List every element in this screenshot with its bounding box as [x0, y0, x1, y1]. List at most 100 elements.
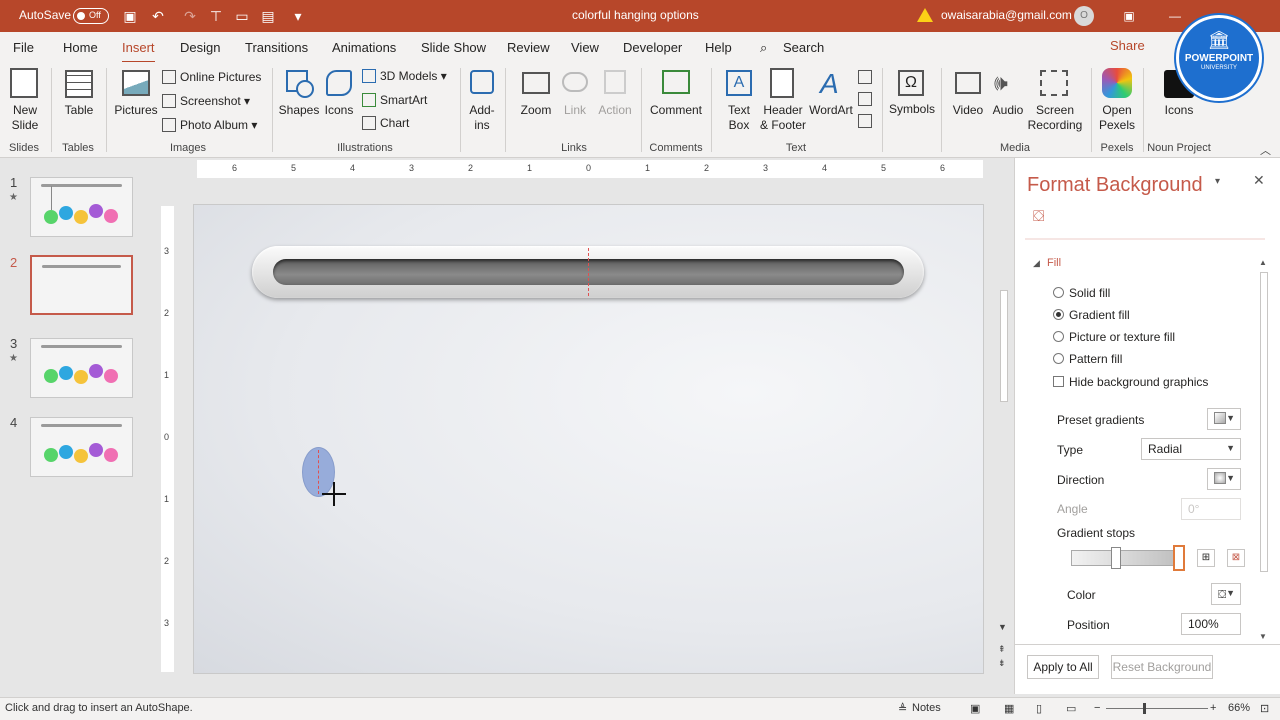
table-button[interactable]: Table [57, 103, 101, 118]
notes-icon[interactable]: ≜ [898, 702, 907, 715]
shapes-button[interactable]: Shapes [278, 103, 320, 118]
pane-options-icon[interactable]: ▾ [1215, 176, 1220, 187]
angle-input[interactable]: 0° [1181, 498, 1241, 520]
noun-icons-button[interactable]: Icons [1156, 103, 1202, 118]
symbols-button[interactable]: Symbols [886, 102, 938, 117]
video-button[interactable]: Video [948, 103, 988, 118]
tab-transitions[interactable]: Transitions [245, 40, 308, 55]
warning-icon[interactable] [917, 8, 933, 22]
gradient-fill-option[interactable]: Gradient fill [1053, 308, 1130, 322]
customize-qat-icon[interactable]: ▾ [289, 7, 307, 25]
editor-scrollbar[interactable]: ▼ ⇞ ⇟ [998, 262, 1010, 672]
screen-recording-button[interactable]: Screen Recording [1024, 103, 1086, 133]
chart-button[interactable]: Chart [362, 116, 409, 130]
text-small-icon-2[interactable] [858, 92, 872, 106]
reset-background-button[interactable]: Reset Background [1111, 655, 1213, 679]
scroll-down-icon[interactable]: ▼ [998, 622, 1007, 632]
gradient-stop-handle[interactable] [1111, 547, 1121, 569]
tab-help[interactable]: Help [705, 40, 732, 55]
zoom-slider-thumb[interactable] [1143, 703, 1146, 714]
apply-to-all-button[interactable]: Apply to All [1027, 655, 1099, 679]
undo-icon[interactable]: ↶ [149, 7, 167, 25]
zoom-out-icon[interactable]: − [1094, 702, 1100, 714]
slide-thumbnail-4[interactable] [30, 417, 133, 477]
remove-gradient-stop-icon[interactable]: ⊠ [1227, 549, 1245, 567]
photo-album-button[interactable]: Photo Album ▾ [162, 118, 257, 132]
icons-button[interactable]: Icons [320, 103, 358, 118]
text-small-icon-1[interactable] [858, 70, 872, 84]
radio[interactable] [1053, 353, 1064, 364]
audio-button[interactable]: Audio [988, 103, 1028, 118]
text-box-button[interactable]: Text Box [719, 103, 759, 133]
position-input[interactable]: 100% [1181, 613, 1241, 635]
zoom-button[interactable]: Zoom [514, 103, 558, 118]
addins-button[interactable]: Add-ins [464, 103, 500, 133]
radio[interactable] [1053, 331, 1064, 342]
account-email[interactable]: owaisarabia@gmail.com [941, 8, 1072, 22]
tab-developer[interactable]: Developer [623, 40, 682, 55]
close-icon[interactable]: ✕ [1253, 172, 1265, 189]
share-button[interactable]: Share [1110, 38, 1145, 53]
solid-fill-option[interactable]: Solid fill [1053, 286, 1110, 300]
fit-to-window-icon[interactable]: ⊡ [1260, 702, 1269, 715]
normal-view-icon[interactable]: ▣ [970, 702, 980, 715]
wordart-button[interactable]: WordArt [806, 103, 856, 118]
slide-thumbnail-1[interactable] [30, 177, 133, 237]
next-slide-icon[interactable]: ⇟ [998, 658, 1006, 669]
type-dropdown[interactable]: Radial ▼ [1141, 438, 1241, 460]
zoom-level[interactable]: 66% [1228, 702, 1250, 714]
collapse-arrow-icon[interactable]: ◢ [1033, 258, 1040, 269]
new-slide-button[interactable]: New Slide [2, 103, 48, 133]
pattern-fill-option[interactable]: Pattern fill [1053, 352, 1122, 366]
search-box[interactable]: Search [783, 40, 824, 55]
slide-sorter-icon[interactable]: ▦ [1004, 702, 1014, 715]
color-dropdown[interactable]: ⛋ ▼ [1211, 583, 1241, 605]
header-footer-button[interactable]: Header & Footer [758, 103, 808, 133]
slide-thumbnail-2[interactable] [30, 255, 133, 315]
reading-view-icon[interactable]: ▯ [1036, 702, 1042, 715]
pictures-button[interactable]: Pictures [114, 103, 158, 118]
action-button[interactable]: Action [594, 103, 636, 118]
zoom-slider-track[interactable] [1106, 708, 1208, 709]
ribbon-display-icon[interactable]: ▣ [1120, 7, 1138, 25]
autosave-toggle[interactable]: Off [73, 8, 109, 24]
tab-view[interactable]: View [571, 40, 599, 55]
tab-design[interactable]: Design [180, 40, 220, 55]
gradient-stop-handle-selected[interactable] [1173, 545, 1185, 571]
add-gradient-stop-icon[interactable]: ⊞ [1197, 549, 1215, 567]
radio[interactable] [1053, 287, 1064, 298]
scroll-down-icon[interactable]: ▼ [1259, 632, 1267, 641]
radio-selected[interactable] [1053, 309, 1064, 320]
online-pictures-button[interactable]: Online Pictures [162, 70, 261, 84]
layout-icon[interactable]: ▤ [259, 7, 277, 25]
minimize-icon[interactable]: — [1166, 7, 1184, 25]
gradient-stops-slider[interactable] [1071, 550, 1179, 566]
hide-background-graphics-option[interactable]: Hide background graphics [1053, 375, 1208, 389]
picture-texture-fill-option[interactable]: Picture or texture fill [1053, 330, 1175, 344]
notes-button[interactable]: Notes [912, 702, 941, 714]
presenter-icon[interactable]: ⊤ [207, 7, 225, 25]
redo-icon[interactable]: ↷ [181, 7, 199, 25]
slideshow-view-icon[interactable]: ▭ [1066, 702, 1076, 715]
slide-thumbnail-3[interactable] [30, 338, 133, 398]
fill-section-header[interactable]: Fill [1047, 257, 1061, 269]
preset-gradients-dropdown[interactable]: ▼ [1207, 408, 1241, 430]
zoom-in-icon[interactable]: + [1210, 702, 1216, 714]
fill-bucket-icon[interactable]: ⛋ [1033, 208, 1051, 228]
save-icon[interactable]: ▣ [121, 7, 139, 25]
prev-slide-icon[interactable]: ⇞ [998, 644, 1006, 655]
scroll-up-icon[interactable]: ▲ [1259, 258, 1267, 267]
collapse-ribbon-icon[interactable]: ︿ [1260, 142, 1271, 158]
tab-animations[interactable]: Animations [332, 40, 396, 55]
pane-scrollbar[interactable]: ▲ ▼ [1259, 258, 1269, 642]
slideshow-icon[interactable]: ▭ [233, 7, 251, 25]
3d-models-button[interactable]: 3D Models ▾ [362, 69, 447, 83]
smartart-button[interactable]: SmartArt [362, 93, 427, 107]
comment-button[interactable]: Comment [646, 103, 706, 118]
checkbox[interactable] [1053, 376, 1064, 387]
screenshot-button[interactable]: Screenshot ▾ [162, 94, 250, 108]
tab-file[interactable]: File [13, 40, 34, 55]
scroll-thumb[interactable] [1260, 272, 1268, 572]
open-pexels-button[interactable]: Open Pexels [1094, 103, 1140, 133]
scroll-thumb[interactable] [1000, 290, 1008, 402]
